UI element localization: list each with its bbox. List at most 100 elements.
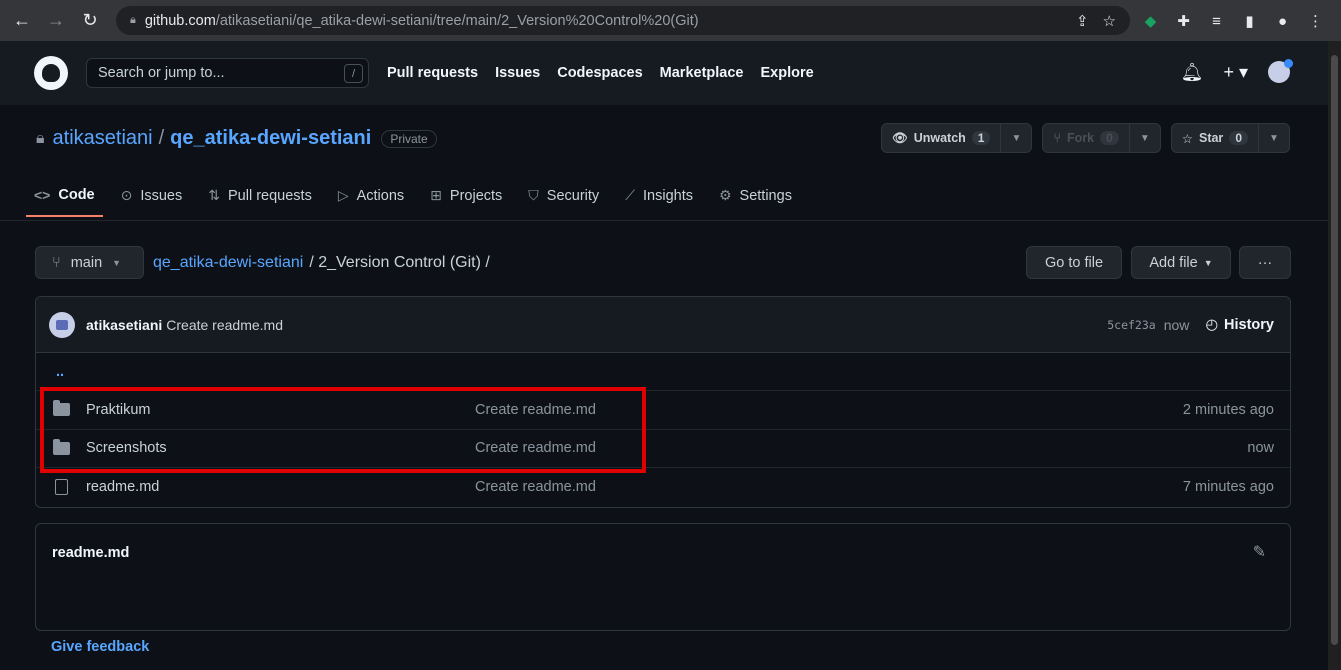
github-logo-icon[interactable] <box>34 56 68 90</box>
tab-settings[interactable]: ⚙ Settings <box>719 185 792 216</box>
give-feedback-link[interactable]: Give feedback <box>51 639 149 655</box>
table-row[interactable]: Praktikum Create readme.md 2 minutes ago <box>36 390 1290 429</box>
avatar[interactable] <box>49 311 75 338</box>
media-icon[interactable]: ≡ <box>1200 7 1233 35</box>
file-name[interactable]: readme.md <box>86 479 159 495</box>
history-button[interactable]: ◴ History <box>1205 317 1274 333</box>
commit-author[interactable]: atikasetiani <box>86 317 162 333</box>
repo-name-link[interactable]: qe_atika-dewi-setiani <box>170 127 371 150</box>
forward-icon[interactable]: → <box>42 7 70 35</box>
shield-icon: ⛉ <box>528 187 539 203</box>
tab-label: Projects <box>449 187 503 204</box>
extension-icon[interactable]: ◆ <box>1134 7 1167 35</box>
scrollbar[interactable] <box>1328 41 1341 670</box>
side-panel-icon[interactable]: ▮ <box>1233 7 1266 35</box>
branch-icon: ⑂ <box>52 254 61 271</box>
nav-marketplace[interactable]: Marketplace <box>660 65 744 81</box>
profile-icon[interactable]: ● <box>1266 7 1299 35</box>
file-commit-message[interactable]: Create readme.md <box>475 440 596 456</box>
code-icon: <> <box>34 187 51 203</box>
fork-dropdown-chevron-icon[interactable]: ▼ <box>1130 124 1160 152</box>
repo-separator: / <box>158 127 165 149</box>
tab-label: Settings <box>739 187 792 204</box>
more-options-button[interactable]: ··· <box>1239 246 1291 279</box>
tab-pull-requests[interactable]: ⇅ Pull requests <box>208 185 312 216</box>
lock-icon: 🔒︎ <box>36 129 45 147</box>
watch-count: 1 <box>971 131 991 145</box>
reload-icon[interactable]: ↻ <box>76 7 104 35</box>
watch-button-group: 👁︎ Unwatch 1 ▼ <box>880 123 1033 153</box>
star-button-group: ☆ Star 0 ▼ <box>1170 123 1290 153</box>
watch-dropdown-chevron-icon[interactable]: ▼ <box>1001 124 1031 152</box>
browser-toolbar: ← → ↻ 🔒︎ github.com/atikasetiani/qe_atik… <box>0 0 1341 41</box>
star-button[interactable]: ☆ Star 0 <box>1172 124 1259 152</box>
tab-actions[interactable]: ▷ Actions <box>338 185 404 216</box>
parent-directory-link[interactable]: .. <box>56 364 64 380</box>
folder-icon <box>52 400 70 418</box>
add-file-button[interactable]: Add file ▼ <box>1131 246 1231 279</box>
breadcrumb-repo-link[interactable]: qe_atika-dewi-setiani <box>153 254 303 272</box>
nav-issues[interactable]: Issues <box>495 65 540 81</box>
lock-icon: 🔒︎ <box>130 14 136 26</box>
file-name[interactable]: Praktikum <box>86 402 150 418</box>
menu-icon[interactable]: ⋮ <box>1299 7 1332 35</box>
pull-request-icon: ⇅ <box>208 187 220 203</box>
commit-sha[interactable]: 5cef23a <box>1107 318 1155 332</box>
breadcrumb: qe_atika-dewi-setiani / 2_Version Contro… <box>153 254 490 272</box>
repo-owner-link[interactable]: atikasetiani <box>53 127 153 150</box>
tab-issues[interactable]: ⊙ Issues <box>121 185 183 216</box>
search-input[interactable]: Search or jump to... / <box>86 58 369 88</box>
go-to-file-button[interactable]: Go to file <box>1026 246 1122 279</box>
play-circle-icon: ▷ <box>337 187 349 203</box>
nav-codespaces[interactable]: Codespaces <box>557 65 642 81</box>
url-path: /atikasetiani/qe_atika-dewi-setiani/tree… <box>215 12 699 29</box>
fork-button[interactable]: ⑂ Fork 0 <box>1043 124 1130 152</box>
share-icon[interactable]: ⇪ <box>1076 12 1089 30</box>
tab-code[interactable]: <> Code <box>26 185 103 217</box>
file-icon <box>52 478 70 495</box>
file-commit-time: 7 minutes ago <box>1182 478 1274 495</box>
nav-explore[interactable]: Explore <box>760 65 813 81</box>
file-list: atikasetiani Create readme.md 5cef23a no… <box>35 296 1291 508</box>
gear-icon: ⚙ <box>718 187 732 203</box>
tab-security[interactable]: ⛉ Security <box>528 185 599 216</box>
file-name[interactable]: Screenshots <box>86 440 167 456</box>
tab-projects[interactable]: ⊞ Projects <box>430 185 502 216</box>
url-host: github.com <box>144 12 216 29</box>
readme-title[interactable]: readme.md <box>52 545 129 561</box>
visibility-badge: Private <box>381 129 437 148</box>
notification-bell-icon[interactable]: 🔔︎ <box>1181 62 1204 83</box>
table-row[interactable]: Screenshots Create readme.md now <box>36 428 1290 468</box>
puzzle-icon[interactable]: ✚ <box>1167 7 1200 35</box>
create-new-plus-icon[interactable]: + ▾ <box>1223 62 1248 83</box>
table-row[interactable]: readme.md Create readme.md 7 minutes ago <box>36 467 1290 506</box>
star-dropdown-chevron-icon[interactable]: ▼ <box>1259 124 1289 152</box>
github-header: Search or jump to... / Pull requests Iss… <box>0 41 1328 105</box>
repo-header: 🔒︎ atikasetiani / qe_atika-dewi-setiani … <box>0 105 1328 221</box>
unwatch-button[interactable]: 👁︎ Unwatch 1 <box>882 124 1002 152</box>
commit-message[interactable]: Create readme.md <box>166 317 283 333</box>
address-bar[interactable]: 🔒︎ github.com/atikasetiani/qe_atika-dewi… <box>116 6 1130 35</box>
add-file-label: Add file <box>1149 254 1198 271</box>
history-clock-icon: ◴ <box>1205 316 1219 333</box>
back-icon[interactable]: ← <box>8 7 36 35</box>
branch-select-button[interactable]: ⑂ main ▼ <box>35 246 144 279</box>
table-icon: ⊞ <box>430 187 442 203</box>
file-commit-time: 2 minutes ago <box>1182 401 1274 418</box>
search-placeholder: Search or jump to... <box>98 65 225 81</box>
repo-tabs: <> Code ⊙ Issues ⇅ Pull requests ▷ Actions ⊞… <box>26 185 792 217</box>
file-commit-message[interactable]: Create readme.md <box>475 402 596 418</box>
breadcrumb-path: / 2_Version Control (Git) / <box>309 254 490 271</box>
edit-pencil-icon[interactable]: ✎ <box>1253 542 1266 562</box>
star-count: 0 <box>1229 131 1248 145</box>
nav-pull-requests[interactable]: Pull requests <box>387 65 478 81</box>
tab-insights[interactable]: ⟋ Insights <box>625 185 693 216</box>
bookmark-star-icon[interactable]: ☆ <box>1103 12 1116 30</box>
tab-label: Insights <box>643 187 693 204</box>
file-commit-message[interactable]: Create readme.md <box>475 479 596 495</box>
scrollbar-thumb[interactable] <box>1331 55 1338 645</box>
parent-directory-row[interactable]: .. <box>36 353 1290 390</box>
chevron-down-icon: ▼ <box>1203 257 1213 268</box>
avatar[interactable] <box>1268 59 1293 83</box>
readme-panel: readme.md ✎ <box>35 523 1291 631</box>
